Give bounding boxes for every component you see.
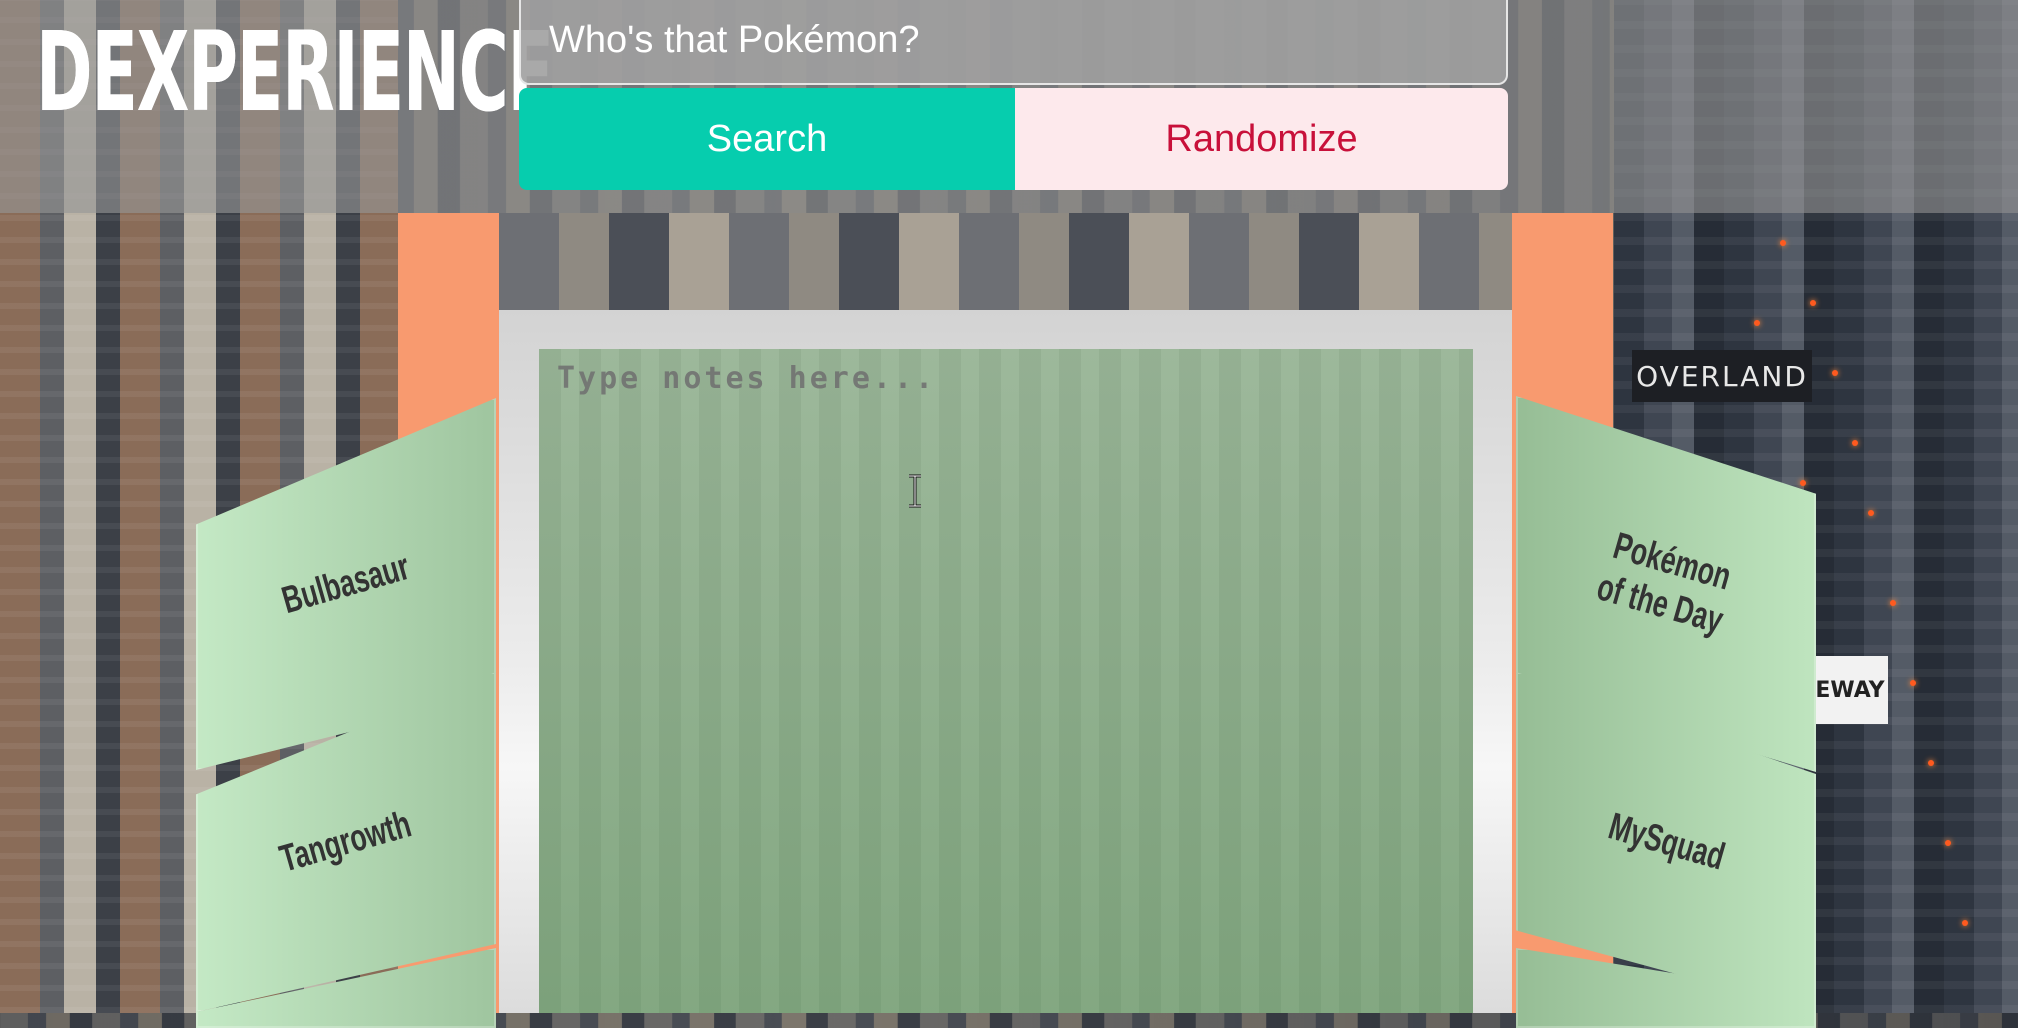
randomize-button[interactable]: Randomize bbox=[1015, 88, 1508, 190]
notes-textarea[interactable] bbox=[539, 349, 1473, 1013]
overland-sign-text: OVERLAND bbox=[1636, 359, 1808, 393]
card-mysquad-label: MySquad bbox=[1603, 805, 1729, 879]
eway-sign-text: EWAY bbox=[1815, 677, 1885, 703]
text-cursor-icon bbox=[909, 474, 921, 508]
card-pokemon-of-the-day-label: Pokémon of the Day bbox=[1592, 525, 1736, 643]
overland-sign: OVERLAND bbox=[1632, 350, 1812, 402]
eway-sign: EWAY bbox=[1812, 656, 1888, 724]
center-background-strip bbox=[499, 213, 1512, 310]
card-tangrowth-label: Tangrowth bbox=[275, 802, 417, 881]
app-logo: DEXPERIENCE bbox=[36, 8, 554, 136]
card-bulbasaur-label: Bulbasaur bbox=[277, 545, 415, 622]
search-input[interactable] bbox=[519, 0, 1508, 85]
search-button[interactable]: Search bbox=[519, 88, 1015, 190]
